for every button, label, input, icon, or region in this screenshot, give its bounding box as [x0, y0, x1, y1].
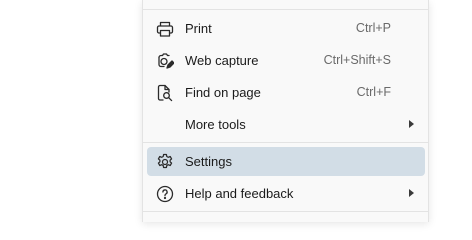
menu-item-label: Help and feedback — [185, 186, 294, 201]
menu-item-web-capture[interactable]: Web capture Ctrl+Shift+S — [147, 46, 425, 75]
menu-item-find-on-page[interactable]: Find on page Ctrl+F — [147, 78, 425, 107]
page: Print Ctrl+P Web capture Ctrl+Shift+S Fi… — [0, 0, 472, 222]
find-on-page-icon — [156, 84, 174, 102]
menu-item-label: Settings — [185, 154, 232, 169]
help-icon — [156, 185, 174, 203]
chevron-right-icon — [409, 189, 414, 197]
web-capture-icon — [156, 52, 174, 70]
menu-item-settings[interactable]: Settings — [147, 147, 425, 176]
menu-divider — [143, 211, 428, 212]
keyboard-shortcut: Ctrl+P — [355, 21, 391, 35]
menu-item-label: Print — [185, 21, 212, 36]
chevron-right-icon — [409, 120, 414, 128]
printer-icon — [156, 20, 174, 38]
browser-settings-menu: Print Ctrl+P Web capture Ctrl+Shift+S Fi… — [142, 0, 429, 222]
menu-item-label: Find on page — [185, 85, 261, 100]
menu-divider — [143, 142, 428, 143]
menu-item-help-and-feedback[interactable]: Help and feedback — [147, 179, 425, 208]
menu-item-more-tools[interactable]: More tools — [147, 110, 425, 139]
keyboard-shortcut: Ctrl+Shift+S — [323, 53, 391, 67]
menu-divider — [143, 9, 428, 10]
menu-item-print[interactable]: Print Ctrl+P — [147, 14, 425, 43]
gear-icon — [156, 153, 174, 171]
keyboard-shortcut: Ctrl+F — [356, 85, 391, 99]
menu-item-label: More tools — [185, 117, 246, 132]
menu-item-label: Web capture — [185, 53, 259, 68]
